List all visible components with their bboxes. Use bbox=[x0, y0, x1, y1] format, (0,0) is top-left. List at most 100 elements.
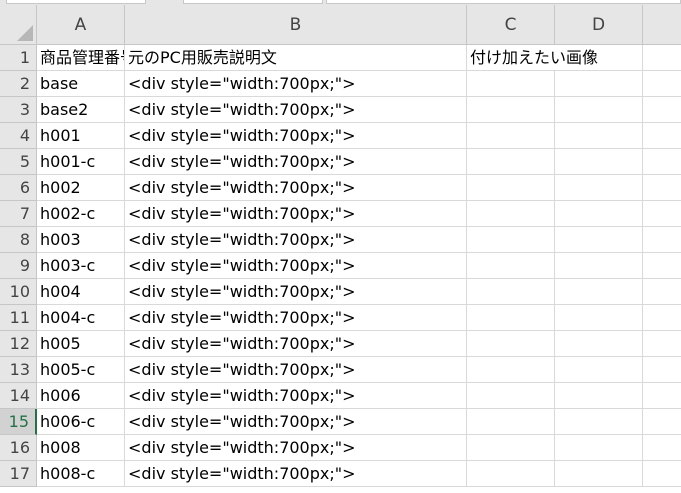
cell-b[interactable]: <div style="width:700px;"> bbox=[125, 305, 467, 331]
cell-e[interactable] bbox=[643, 253, 681, 279]
cell-c[interactable] bbox=[467, 253, 555, 279]
cell-a[interactable]: h004-c bbox=[37, 305, 125, 331]
cell-a[interactable]: h008-c bbox=[37, 461, 125, 487]
cell-d[interactable] bbox=[555, 331, 643, 357]
row-header[interactable]: 2 bbox=[0, 71, 37, 97]
row-header[interactable]: 6 bbox=[0, 175, 37, 201]
cell-c1[interactable]: 付け加えたい画像 bbox=[467, 45, 598, 71]
row-header[interactable]: 16 bbox=[0, 435, 37, 461]
cell-d[interactable] bbox=[555, 435, 643, 461]
cell-e[interactable] bbox=[643, 357, 681, 383]
column-header-c[interactable]: C bbox=[467, 5, 555, 45]
cell-a[interactable]: h003 bbox=[37, 227, 125, 253]
cell-d[interactable] bbox=[555, 123, 643, 149]
cell-d[interactable] bbox=[555, 175, 643, 201]
select-all-button[interactable] bbox=[0, 5, 37, 45]
cell-b[interactable]: <div style="width:700px;"> bbox=[125, 279, 467, 305]
cell-c[interactable] bbox=[467, 461, 555, 487]
cell-b[interactable]: <div style="width:700px;"> bbox=[125, 383, 467, 409]
row-header[interactable]: 11 bbox=[0, 305, 37, 331]
cell-a[interactable]: h004 bbox=[37, 279, 125, 305]
cell-b[interactable]: <div style="width:700px;"> bbox=[125, 175, 467, 201]
cell-e[interactable] bbox=[643, 149, 681, 175]
cell-d[interactable] bbox=[555, 357, 643, 383]
cell-d[interactable] bbox=[555, 227, 643, 253]
cell-b[interactable]: <div style="width:700px;"> bbox=[125, 253, 467, 279]
cell-d[interactable] bbox=[555, 253, 643, 279]
cell-d[interactable] bbox=[555, 305, 643, 331]
row-header[interactable]: 10 bbox=[0, 279, 37, 305]
cell-e[interactable] bbox=[643, 461, 681, 487]
cell-c[interactable] bbox=[467, 97, 555, 123]
cell-e[interactable] bbox=[643, 305, 681, 331]
cell-c[interactable] bbox=[467, 383, 555, 409]
cell-e[interactable] bbox=[643, 97, 681, 123]
cell-e1[interactable] bbox=[643, 45, 681, 71]
cell-a[interactable]: base2 bbox=[37, 97, 125, 123]
cell-d[interactable] bbox=[555, 201, 643, 227]
cell-b[interactable]: <div style="width:700px;"> bbox=[125, 409, 467, 435]
cell-b[interactable]: <div style="width:700px;"> bbox=[125, 227, 467, 253]
column-header-e[interactable] bbox=[643, 5, 681, 45]
cell-b[interactable]: <div style="width:700px;"> bbox=[125, 461, 467, 487]
cell-d[interactable] bbox=[555, 461, 643, 487]
row-header[interactable]: 3 bbox=[0, 97, 37, 123]
cell-c[interactable] bbox=[467, 279, 555, 305]
cell-b[interactable]: <div style="width:700px;"> bbox=[125, 435, 467, 461]
cell-e[interactable] bbox=[643, 71, 681, 97]
row-header[interactable]: 7 bbox=[0, 201, 37, 227]
cell-d1[interactable] bbox=[555, 45, 643, 71]
cell-c[interactable] bbox=[467, 357, 555, 383]
row-header[interactable]: 9 bbox=[0, 253, 37, 279]
cell-e[interactable] bbox=[643, 331, 681, 357]
cell-c[interactable] bbox=[467, 149, 555, 175]
cell-c[interactable] bbox=[467, 227, 555, 253]
cell-b[interactable]: <div style="width:700px;"> bbox=[125, 357, 467, 383]
row-header[interactable]: 12 bbox=[0, 331, 37, 357]
sheet-tab[interactable] bbox=[6, 0, 146, 4]
cell-c[interactable] bbox=[467, 305, 555, 331]
cell-e[interactable] bbox=[643, 227, 681, 253]
cell-d[interactable] bbox=[555, 383, 643, 409]
column-header-a[interactable]: A bbox=[37, 5, 125, 45]
cell-d[interactable] bbox=[555, 279, 643, 305]
cell-a[interactable]: base bbox=[37, 71, 125, 97]
row-header[interactable]: 14 bbox=[0, 383, 37, 409]
cell-c[interactable] bbox=[467, 123, 555, 149]
row-header[interactable]: 15 bbox=[0, 409, 37, 435]
sheet-tab[interactable] bbox=[183, 0, 323, 4]
cell-a[interactable]: h002 bbox=[37, 175, 125, 201]
cell-a[interactable]: h005 bbox=[37, 331, 125, 357]
cell-d[interactable] bbox=[555, 97, 643, 123]
cell-b[interactable]: <div style="width:700px;"> bbox=[125, 97, 467, 123]
cell-b[interactable]: <div style="width:700px;"> bbox=[125, 71, 467, 97]
cell-b[interactable]: <div style="width:700px;"> bbox=[125, 123, 467, 149]
cell-a[interactable]: h008 bbox=[37, 435, 125, 461]
cell-c[interactable] bbox=[467, 435, 555, 461]
cell-a[interactable]: h006-c bbox=[37, 409, 125, 435]
cell-b[interactable]: <div style="width:700px;"> bbox=[125, 331, 467, 357]
cell-c[interactable] bbox=[467, 71, 555, 97]
row-header[interactable]: 5 bbox=[0, 149, 37, 175]
row-header[interactable]: 4 bbox=[0, 123, 37, 149]
cell-a[interactable]: h006 bbox=[37, 383, 125, 409]
cell-b[interactable]: <div style="width:700px;"> bbox=[125, 201, 467, 227]
column-header-b[interactable]: B bbox=[125, 5, 467, 45]
row-header[interactable]: 13 bbox=[0, 357, 37, 383]
cell-a[interactable]: h002-c bbox=[37, 201, 125, 227]
cell-e[interactable] bbox=[643, 279, 681, 305]
cell-a[interactable]: h001-c bbox=[37, 149, 125, 175]
cell-a[interactable]: h001 bbox=[37, 123, 125, 149]
cell-c[interactable] bbox=[467, 331, 555, 357]
cell-e[interactable] bbox=[643, 175, 681, 201]
row-header[interactable]: 17 bbox=[0, 461, 37, 487]
cell-e[interactable] bbox=[643, 201, 681, 227]
cell-c[interactable] bbox=[467, 201, 555, 227]
cell-c[interactable] bbox=[467, 175, 555, 201]
cell-a[interactable]: h005-c bbox=[37, 357, 125, 383]
cell-c[interactable] bbox=[467, 409, 555, 435]
cell-d[interactable] bbox=[555, 149, 643, 175]
column-header-d[interactable]: D bbox=[555, 5, 643, 45]
cell-a[interactable]: h003-c bbox=[37, 253, 125, 279]
cell-d[interactable] bbox=[555, 409, 643, 435]
